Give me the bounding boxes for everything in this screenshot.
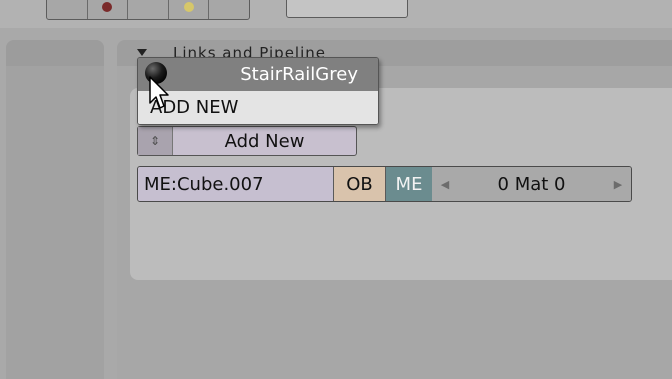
left-panel-header[interactable] <box>6 40 104 66</box>
header-tool-4[interactable] <box>169 0 210 19</box>
left-panel <box>6 40 104 379</box>
add-new-label: Add New <box>224 130 305 152</box>
material-index-stepper[interactable]: ◀ 0 Mat 0 ▶ <box>432 167 631 201</box>
arrow-left-icon[interactable]: ◀ <box>432 178 458 191</box>
header-bar <box>0 0 672 28</box>
ob-link-button[interactable]: OB <box>334 167 386 201</box>
blender-buttons-window: Links and Pipeline ⇕ Add New ME:Cube.007… <box>0 0 672 379</box>
me-link-button[interactable]: ME <box>386 167 432 201</box>
menu-item-add-new[interactable]: ADD NEW <box>138 91 378 124</box>
header-tool-3[interactable] <box>128 0 169 19</box>
header-tool-1[interactable] <box>47 0 88 19</box>
material-index-label: 0 Mat 0 <box>497 173 566 195</box>
menu-item-label: StairRailGrey <box>240 64 358 85</box>
updown-arrows-icon[interactable]: ⇕ <box>138 127 173 155</box>
header-field[interactable] <box>286 0 408 18</box>
material-browse-menu: StairRailGrey ADD NEW <box>137 57 379 125</box>
mouse-pointer-icon <box>149 76 169 109</box>
mesh-name-field[interactable]: ME:Cube.007 <box>138 167 334 201</box>
header-tool-5[interactable] <box>209 0 249 19</box>
add-new-material-button[interactable]: ⇕ Add New <box>137 126 357 156</box>
arrow-right-icon[interactable]: ▶ <box>605 178 631 191</box>
header-tool-group[interactable] <box>46 0 250 20</box>
collapse-triangle-icon[interactable] <box>137 49 147 56</box>
menu-item-stairrailgrey[interactable]: StairRailGrey <box>138 58 378 91</box>
header-tool-2[interactable] <box>88 0 129 19</box>
mesh-link-row: ME:Cube.007 OB ME ◀ 0 Mat 0 ▶ <box>137 166 632 202</box>
